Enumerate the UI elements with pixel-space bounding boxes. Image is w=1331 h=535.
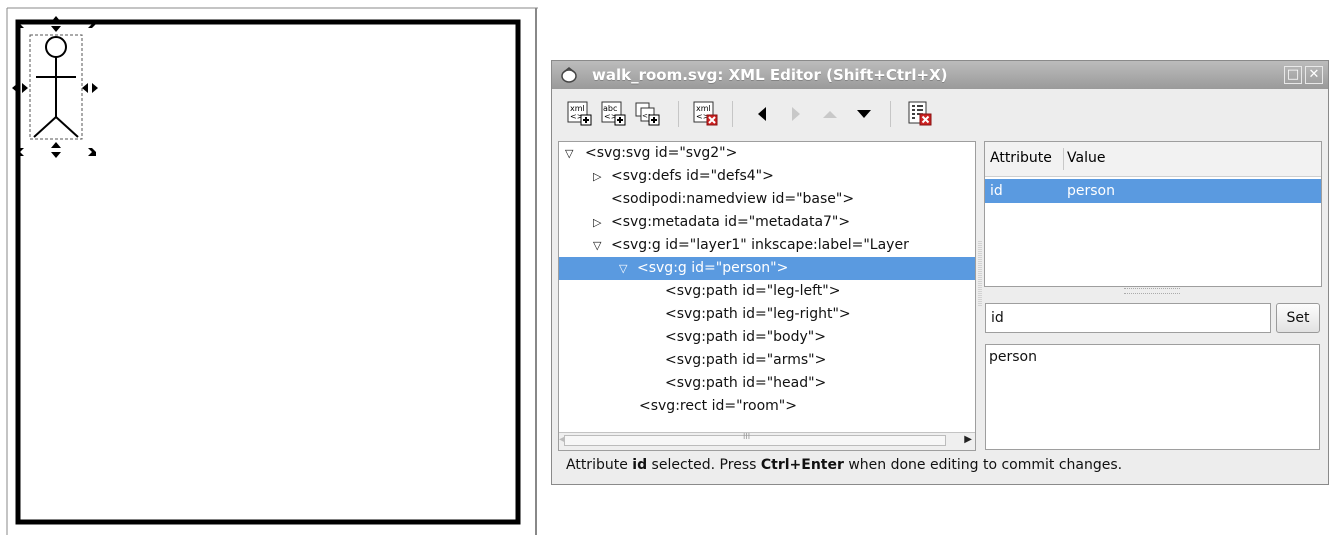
toolbar: xml <> abc <> <> xml <> <box>552 89 1328 139</box>
toolbar-separator <box>890 101 891 127</box>
new-text-node-icon: abc <> <box>601 101 626 126</box>
tree-node-label: <svg:path id="leg-right"> <box>665 306 851 322</box>
raise-node-button[interactable] <box>816 100 844 128</box>
tree-node-body[interactable]: <svg:path id="body"> <box>559 326 975 349</box>
scroll-right-icon[interactable]: ▶ <box>964 434 972 445</box>
scrollbar-grip: III <box>743 432 751 441</box>
unindent-node-button[interactable] <box>748 100 776 128</box>
arrow-up-icon <box>823 111 837 118</box>
maximize-button[interactable]: □ <box>1284 66 1302 84</box>
tree-node-metadata7[interactable]: ▷ <svg:metadata id="metadata7"> <box>559 211 975 234</box>
duplicate-node-icon: <> <box>635 102 660 126</box>
tree-node-layer1[interactable]: ▽ <svg:g id="layer1" inkscape:label="Lay… <box>559 234 975 257</box>
tree-node-label: <svg:g id="layer1" inkscape:label="Layer <box>611 237 909 253</box>
arrow-right-icon <box>792 107 800 121</box>
canvas-drawing[interactable] <box>0 0 540 535</box>
tree-node-label: <svg:g id="person"> <box>637 260 789 276</box>
title-bar[interactable]: walk_room.svg: XML Editor (Shift+Ctrl+X)… <box>552 61 1328 89</box>
close-button[interactable]: ✕ <box>1305 66 1323 84</box>
attribute-pane-resize-grip[interactable] <box>1124 288 1180 294</box>
column-separator <box>1063 148 1064 170</box>
expand-triangle-icon[interactable]: ▷ <box>593 165 601 188</box>
xml-editor-window: walk_room.svg: XML Editor (Shift+Ctrl+X)… <box>551 60 1329 485</box>
divider-grip-icon <box>978 241 982 306</box>
tree-node-label: <svg:path id="leg-left"> <box>665 283 841 299</box>
column-header-value[interactable]: Value <box>1067 150 1105 166</box>
tree-node-label: <svg:svg id="svg2"> <box>585 145 738 161</box>
tree-node-leg-right[interactable]: <svg:path id="leg-right"> <box>559 303 975 326</box>
window-title: walk_room.svg: XML Editor (Shift+Ctrl+X) <box>592 66 948 84</box>
delete-attribute-icon <box>908 101 932 126</box>
tree-node-base[interactable]: <sodipodi:namedview id="base"> <box>559 188 975 211</box>
tree-node-head[interactable]: <svg:path id="head"> <box>559 372 975 395</box>
status-attribute-name: id <box>632 457 648 473</box>
lower-node-button[interactable] <box>850 100 878 128</box>
set-button[interactable]: Set <box>1276 303 1320 333</box>
tree-node-person[interactable]: ▽ <svg:g id="person"> <box>559 257 975 280</box>
tree-node-defs4[interactable]: ▷ <svg:defs id="defs4"> <box>559 165 975 188</box>
attribute-name-cell: id <box>990 183 1003 199</box>
tree-node-label: <sodipodi:namedview id="base"> <box>611 191 855 207</box>
indent-node-button[interactable] <box>782 100 810 128</box>
tree-node-arms[interactable]: <svg:path id="arms"> <box>559 349 975 372</box>
tree-node-room[interactable]: <svg:rect id="room"> <box>559 395 975 418</box>
status-text: when done editing to commit changes. <box>843 457 1123 473</box>
collapse-triangle-icon[interactable]: ▽ <box>565 142 573 165</box>
tree-node-label: <svg:path id="head"> <box>665 375 827 391</box>
attribute-list[interactable]: Attribute Value id person <box>984 141 1322 287</box>
tree-node-svg2[interactable]: ▽ <svg:svg id="svg2"> <box>559 142 975 165</box>
drawing-canvas[interactable] <box>0 0 540 535</box>
tree-node-label: <svg:defs id="defs4"> <box>611 168 774 184</box>
status-bar: Attribute id selected. Press Ctrl+Enter … <box>566 457 1122 473</box>
tree-node-leg-left[interactable]: <svg:path id="leg-left"> <box>559 280 975 303</box>
expand-triangle-icon[interactable]: ▷ <box>593 211 601 234</box>
inkscape-icon <box>561 67 577 83</box>
delete-attribute-button[interactable] <box>906 100 934 128</box>
arrow-down-icon <box>857 110 871 118</box>
tree-node-label: <svg:rect id="room"> <box>639 398 797 414</box>
maximize-icon: □ <box>1286 67 1300 82</box>
delete-node-icon: xml <> <box>693 101 718 126</box>
toolbar-separator <box>732 101 733 127</box>
tree-node-label: <svg:path id="arms"> <box>665 352 827 368</box>
duplicate-node-button[interactable]: <> <box>634 100 662 128</box>
delete-node-button[interactable]: xml <> <box>692 100 720 128</box>
new-element-node-button[interactable]: xml <> <box>566 100 594 128</box>
arrow-left-icon <box>758 107 766 121</box>
new-text-node-button[interactable]: abc <> <box>600 100 628 128</box>
status-text: selected. Press <box>647 457 761 473</box>
close-icon: ✕ <box>1308 67 1320 82</box>
tree-node-label: <svg:path id="body"> <box>665 329 826 345</box>
attribute-row[interactable]: id person <box>985 179 1321 203</box>
toolbar-separator <box>678 101 679 127</box>
status-text: Attribute <box>566 457 633 473</box>
tree-horizontal-scrollbar[interactable]: ◀ III ▶ <box>559 432 975 450</box>
attribute-value-textarea[interactable]: person <box>985 344 1320 450</box>
new-element-node-icon: xml <> <box>567 101 592 126</box>
attribute-list-header: Attribute Value <box>985 142 1321 177</box>
column-header-attribute[interactable]: Attribute <box>990 150 1052 166</box>
collapse-triangle-icon[interactable]: ▽ <box>593 234 601 257</box>
attribute-value-cell: person <box>1067 183 1115 199</box>
tree-node-label: <svg:metadata id="metadata7"> <box>611 214 851 230</box>
status-shortcut: Ctrl+Enter <box>760 457 844 473</box>
node-tree[interactable]: ▽ <svg:svg id="svg2"> ▷ <svg:defs id="de… <box>558 141 976 451</box>
pane-divider[interactable] <box>976 141 984 451</box>
attribute-name-input[interactable] <box>985 303 1271 333</box>
scrollbar-thumb[interactable]: III <box>564 432 946 446</box>
collapse-triangle-icon[interactable]: ▽ <box>619 257 627 280</box>
